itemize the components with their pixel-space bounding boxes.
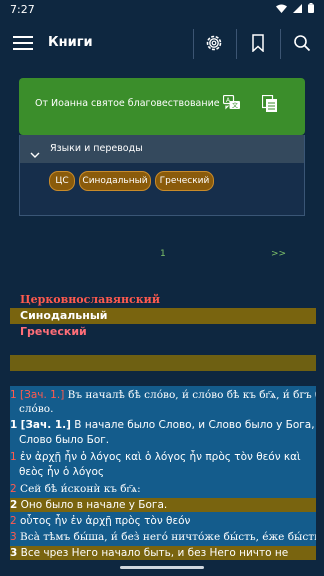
menu-icon[interactable] [10, 30, 36, 56]
verse-number: 2 [10, 499, 18, 511]
verse-line[interactable]: 1 [Зач. 1.] В начале было Слово, и Слово… [10, 418, 316, 432]
verse-number: 3 [10, 547, 18, 559]
verse-text: Въ началѣ бѣ слóво, и́ слóво бѣ къ бг҃ѧ,… [67, 389, 316, 401]
verse-text: Оно было в начале у Бога. [20, 499, 168, 511]
verse-text: ἐν ἀρχῇ ἦν ὁ λόγος καὶ ὁ λόγος ἦν πρὸς τ… [20, 451, 301, 463]
verse-line[interactable]: слóво. [19, 402, 324, 416]
page-number[interactable]: 1 [160, 249, 166, 259]
verse-line[interactable]: 2 οὗτος ἦν ἐν ἀρχῇ πρὸς τὸν θεόν [10, 514, 316, 528]
languages-header-label: Языки и переводы [50, 143, 143, 154]
system-icons [276, 3, 314, 16]
verse-reference: [Зач. 1.] [20, 419, 71, 431]
home-indicator[interactable] [120, 566, 204, 569]
toolbar-divider [280, 29, 281, 59]
search-icon[interactable] [289, 30, 315, 56]
verse-text: Всà тѣмъ бы́ша, и́ без̀ негó ничтóже бы́… [20, 531, 316, 543]
verse-line[interactable]: 3 Всà тѣмъ бы́ша, и́ без̀ негó ничтóже б… [10, 530, 316, 544]
verse-line[interactable]: Слово было Бог. [19, 433, 324, 447]
verse-text: Сей бѣ и́сконѝ къ бг҃ѧ: [20, 483, 141, 495]
status-time: 7:27 [10, 3, 35, 16]
book-title: От Иоанна святое благовествование [35, 98, 220, 109]
page-title: Книги [48, 35, 93, 50]
chip-greek[interactable]: Греческий [155, 171, 214, 191]
wifi-icon [276, 3, 287, 16]
languages-header[interactable]: Языки и переводы [20, 135, 304, 163]
verse-line[interactable]: 2 Сей бѣ и́сконѝ къ бг҃ѧ: [10, 482, 316, 496]
verse-text: οὗτος ἦν ἐν ἀρχῇ πρὸς τὸν θεόν [20, 515, 191, 527]
highlight-band [10, 355, 316, 371]
translate-icon[interactable]: A文 [222, 94, 241, 115]
status-bar: 7:27 [0, 0, 324, 20]
verse-text: слóво. [19, 403, 54, 415]
language-church-slavonic[interactable]: Церковнославянский [20, 293, 160, 306]
svg-text:文: 文 [232, 102, 238, 110]
verse-text: θεὸς ἦν ὁ λόγος [19, 466, 105, 478]
chip-cs[interactable]: ЦС [49, 171, 75, 191]
verse-text: В начале было Слово, и Слово было у Бога… [74, 419, 316, 431]
verse-line[interactable]: 1 ἐν ἀρχῇ ἦν ὁ λόγος καὶ ὁ λόγος ἦν πρὸς… [10, 450, 316, 464]
app-toolbar: Книги [0, 20, 324, 66]
book-selector[interactable]: От Иоанна святое благовествование A文 [19, 78, 305, 135]
toolbar-divider [236, 29, 237, 59]
verse-line[interactable]: 3 Все чрез Него начало быть, и без Него … [10, 546, 316, 560]
chevron-down-icon [30, 144, 40, 163]
verse-line[interactable]: 2 Оно было в начале у Бога. [10, 498, 316, 512]
verse-number: 3 [10, 531, 17, 543]
next-page-button[interactable]: >> [271, 249, 286, 259]
verse-text: Слово было Бог. [19, 434, 110, 446]
gear-icon[interactable] [201, 30, 227, 56]
language-greek[interactable]: Греческий [20, 325, 87, 338]
verse-number: 1 [10, 419, 18, 431]
verse-text: Все чрез Него начало быть, и без Него ни… [20, 547, 289, 559]
language-synodal[interactable]: Синодальный [20, 309, 108, 322]
toolbar-divider [193, 29, 194, 59]
battery-icon [308, 3, 314, 16]
copy-icon[interactable] [261, 94, 278, 117]
verse-number: 2 [10, 515, 17, 527]
verse-number: 2 [10, 483, 17, 495]
chip-synodal[interactable]: Синодальный [79, 171, 151, 191]
verse-number: 1 [10, 389, 17, 401]
bookmark-icon[interactable] [245, 30, 271, 56]
signal-icon [293, 3, 302, 16]
verse-reference: [Зач. 1.] [20, 389, 65, 401]
verse-line[interactable]: θεὸς ἦν ὁ λόγος [19, 465, 324, 479]
verse-line[interactable]: 1 [Зач. 1.] Въ началѣ бѣ слóво, и́ слóво… [10, 388, 316, 402]
verse-number: 1 [10, 451, 17, 463]
